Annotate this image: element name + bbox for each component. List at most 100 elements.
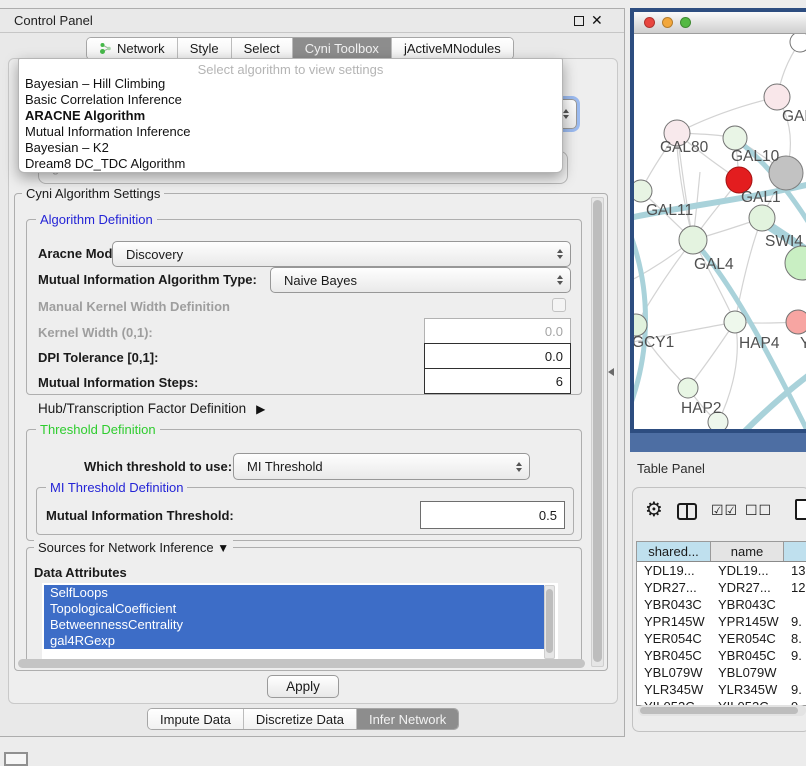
- mi-threshold-label: Mutual Information Threshold:: [46, 508, 234, 523]
- dpi-tolerance-label: DPI Tolerance [0,1]:: [38, 350, 158, 365]
- svg-text:GAL10: GAL10: [731, 148, 780, 165]
- table-row[interactable]: YBL079WYBL079W: [637, 664, 806, 681]
- combo-arrows-icon: [516, 462, 522, 472]
- list-item[interactable]: BetweennessCentrality: [44, 617, 544, 633]
- control-panel-titlebar: Control Panel ✕: [0, 9, 624, 33]
- network-window-titlebar[interactable]: [634, 12, 806, 34]
- tab-style[interactable]: Style: [177, 38, 231, 59]
- manual-kernel-checkbox[interactable]: [552, 298, 566, 312]
- table-row[interactable]: YDR27...YDR27...12: [637, 579, 806, 596]
- node-attribute-table: shared... name YDL19...YDL19...13 YDR27.…: [636, 541, 806, 706]
- table-panel-title: Table Panel: [637, 461, 705, 476]
- popup-item[interactable]: Dream8 DC_TDC Algorithm: [19, 156, 562, 172]
- list-item[interactable]: SelfLoops: [44, 585, 544, 601]
- svg-text:HAP2: HAP2: [681, 400, 722, 417]
- deselect-checkboxes-icon[interactable]: ☐☐: [745, 502, 772, 519]
- scrollbar-thumb[interactable]: [640, 707, 798, 714]
- settings-horizontal-scrollbar[interactable]: [18, 659, 585, 668]
- close-traffic-light[interactable]: [644, 17, 655, 28]
- svg-text:GCY1: GCY1: [634, 334, 674, 351]
- attributes-list-scrollbar[interactable]: [544, 585, 555, 659]
- select-all-checkboxes-icon[interactable]: ☑☑: [711, 502, 738, 519]
- field-value: 0.0: [545, 324, 563, 339]
- mi-threshold-field[interactable]: 0.5: [420, 501, 565, 529]
- table-row[interactable]: YPR145WYPR145W9.: [637, 613, 806, 630]
- tab-network[interactable]: Network: [87, 38, 177, 59]
- table-row[interactable]: YER054CYER054C8.: [637, 630, 806, 647]
- settings-vertical-scrollbar[interactable]: [591, 197, 604, 667]
- combo-arrows-icon: [557, 249, 563, 259]
- svg-text:Y: Y: [800, 335, 806, 352]
- combo-value: Discovery: [126, 247, 183, 262]
- svg-text:GAL: GAL: [782, 108, 806, 125]
- tab-label: Style: [190, 41, 219, 56]
- network-view-window: GALGAL80GAL10GAL1GAL11SWI4GAL4GCY1HAP4YH…: [630, 8, 806, 433]
- column-header-partial[interactable]: [784, 542, 806, 561]
- popup-item[interactable]: Mutual Information Inference: [19, 124, 562, 140]
- minimize-traffic-light[interactable]: [662, 17, 673, 28]
- close-icon[interactable]: ✕: [591, 12, 603, 29]
- chevron-down-icon: ▼: [217, 541, 229, 555]
- network-canvas[interactable]: GALGAL80GAL10GAL1GAL11SWI4GAL4GCY1HAP4YH…: [634, 34, 806, 429]
- popup-item[interactable]: Bayesian – Hill Climbing: [19, 76, 562, 92]
- popup-item-selected[interactable]: ARACNE Algorithm: [19, 108, 562, 124]
- table-header-row: shared... name: [637, 542, 806, 562]
- settings-gear-icon[interactable]: ⚙: [645, 500, 663, 520]
- window-corner-fragment: [4, 752, 28, 766]
- popup-item[interactable]: Bayesian – K2: [19, 140, 562, 156]
- tab-cyni-toolbox[interactable]: Cyni Toolbox: [292, 38, 391, 59]
- combo-arrows-icon: [563, 109, 569, 119]
- table-row[interactable]: YLR345WYLR345W9.: [637, 681, 806, 698]
- hub-transcription-section-toggle[interactable]: Hub/Transcription Factor Definition ▶: [38, 401, 265, 416]
- column-header-shared-name[interactable]: shared...: [637, 542, 711, 561]
- kernel-width-field[interactable]: 0.0: [424, 318, 571, 344]
- control-panel-window: Control Panel ✕ Network Style Select Cyn…: [0, 8, 625, 737]
- table-panel-window: ⚙ ☑☑ ☐☐ shared... name YDL19...YDL19...1…: [632, 487, 806, 732]
- mi-steps-field[interactable]: 6: [424, 368, 571, 394]
- sources-legend: Sources for Network Inference: [38, 540, 214, 555]
- list-item[interactable]: TopologicalCoefficient: [44, 601, 544, 617]
- list-item[interactable]: gal4RGexp: [44, 633, 544, 649]
- svg-text:GAL1: GAL1: [741, 189, 781, 206]
- tab-select[interactable]: Select: [231, 38, 292, 59]
- tab-jactivemnodules[interactable]: jActiveMNodules: [391, 38, 513, 59]
- popup-item[interactable]: Basic Correlation Inference: [19, 92, 562, 108]
- data-attributes-list: SelfLoops TopologicalCoefficient Between…: [42, 583, 558, 661]
- column-header-name[interactable]: name: [711, 542, 784, 561]
- sources-section-toggle[interactable]: Sources for Network Inference ▼: [34, 540, 233, 555]
- popup-placeholder: Select algorithm to view settings: [19, 59, 562, 76]
- tab-infer-network[interactable]: Infer Network: [356, 709, 458, 729]
- page-icon[interactable]: [795, 499, 806, 520]
- group-legend: Algorithm Definition: [36, 212, 157, 227]
- which-threshold-combo[interactable]: MI Threshold: [233, 453, 530, 480]
- dpi-tolerance-field[interactable]: 0.0: [424, 343, 571, 369]
- apply-button[interactable]: Apply: [267, 675, 339, 698]
- svg-text:GAL4: GAL4: [694, 256, 734, 273]
- tab-label: Discretize Data: [256, 712, 344, 727]
- which-threshold-label: Which threshold to use:: [84, 459, 232, 474]
- aracne-mode-combo[interactable]: Discovery: [112, 241, 571, 267]
- combo-arrows-icon: [557, 275, 563, 285]
- tab-discretize-data[interactable]: Discretize Data: [243, 709, 356, 729]
- split-columns-icon[interactable]: [677, 503, 697, 520]
- field-value: 0.0: [545, 349, 563, 364]
- table-row[interactable]: YDL19...YDL19...13: [637, 562, 806, 579]
- group-legend: Cyni Algorithm Settings: [22, 186, 164, 201]
- svg-text:HAP4: HAP4: [739, 335, 780, 352]
- tab-impute-data[interactable]: Impute Data: [148, 709, 243, 729]
- table-horizontal-scrollbar[interactable]: [638, 705, 806, 716]
- field-value: 6: [556, 374, 563, 389]
- table-row[interactable]: YBR045CYBR045C9.: [637, 647, 806, 664]
- float-window-icon[interactable]: [574, 16, 584, 26]
- algorithm-dropdown-popup: Select algorithm to view settings Bayesi…: [18, 58, 563, 173]
- svg-text:SWI4: SWI4: [765, 233, 803, 250]
- tab-label: jActiveMNodules: [404, 41, 501, 56]
- scrollbar-thumb[interactable]: [546, 589, 553, 653]
- table-row[interactable]: YBR043CYBR043C: [637, 596, 806, 613]
- panel-title: Control Panel: [14, 13, 93, 28]
- scrollbar-thumb[interactable]: [593, 200, 602, 662]
- zoom-traffic-light[interactable]: [680, 17, 691, 28]
- chevron-right-icon: ▶: [256, 402, 265, 416]
- mi-algorithm-type-combo[interactable]: Naive Bayes: [270, 267, 571, 293]
- panel-splitter-handle[interactable]: [608, 368, 614, 376]
